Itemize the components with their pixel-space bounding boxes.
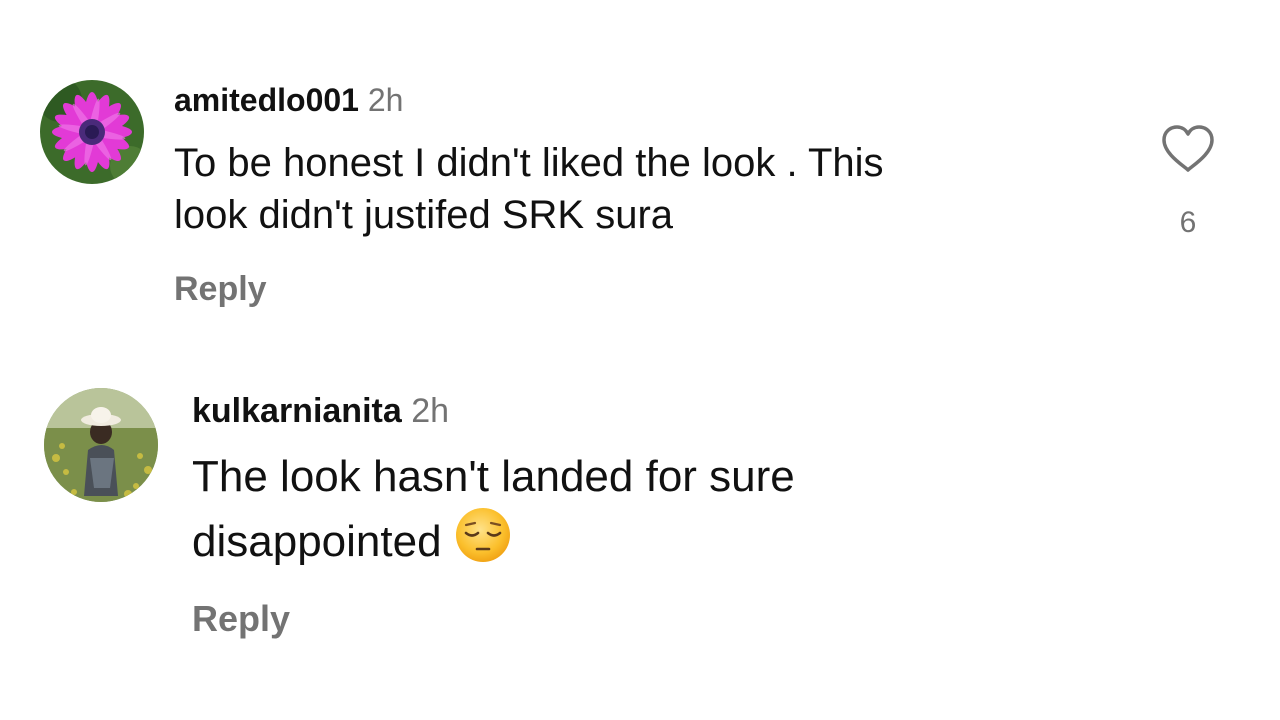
timestamp: 2h — [411, 392, 450, 430]
comment-line-with-emoji: disappointed — [192, 506, 795, 571]
comment-2: kulkarnianita 2h The look hasn't landed … — [0, 0, 1280, 720]
person-in-field-icon — [44, 388, 158, 502]
reply-button[interactable]: Reply — [192, 598, 290, 640]
comment-line: The look hasn't landed for sure — [192, 452, 795, 501]
pensive-face-emoji-icon — [454, 506, 512, 564]
avatar[interactable] — [44, 388, 158, 502]
comment-meta: kulkarnianita 2h — [192, 392, 449, 431]
comment-text: The look hasn't landed for sure disappoi… — [192, 448, 795, 571]
comment-line: disappointed — [192, 517, 442, 566]
username[interactable]: kulkarnianita — [192, 392, 402, 430]
